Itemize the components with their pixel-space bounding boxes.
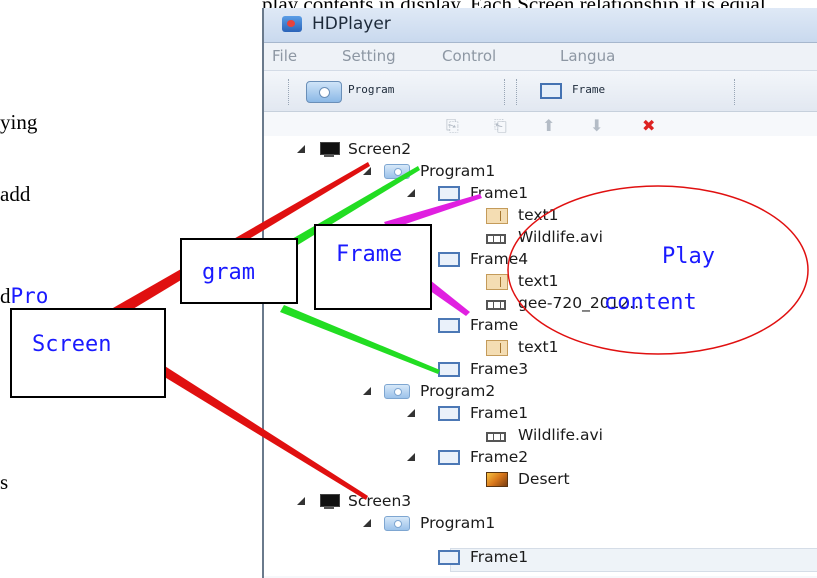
program-callout: gram [180,238,298,304]
frame-callout-label: Frame [336,242,403,267]
frame-callout: Frame [314,224,432,310]
play-content-circle [507,185,809,355]
program-connector-line [280,305,440,374]
screen-callout: Screen [10,308,166,398]
frame-connector-line [426,280,470,316]
play-content-label-line2: content [604,290,697,315]
program-callout-label: gram [202,260,255,285]
play-content-label-line1: Play [662,244,715,269]
screen-callout-label: Screen [32,332,112,357]
screen-connector-line [140,354,368,500]
